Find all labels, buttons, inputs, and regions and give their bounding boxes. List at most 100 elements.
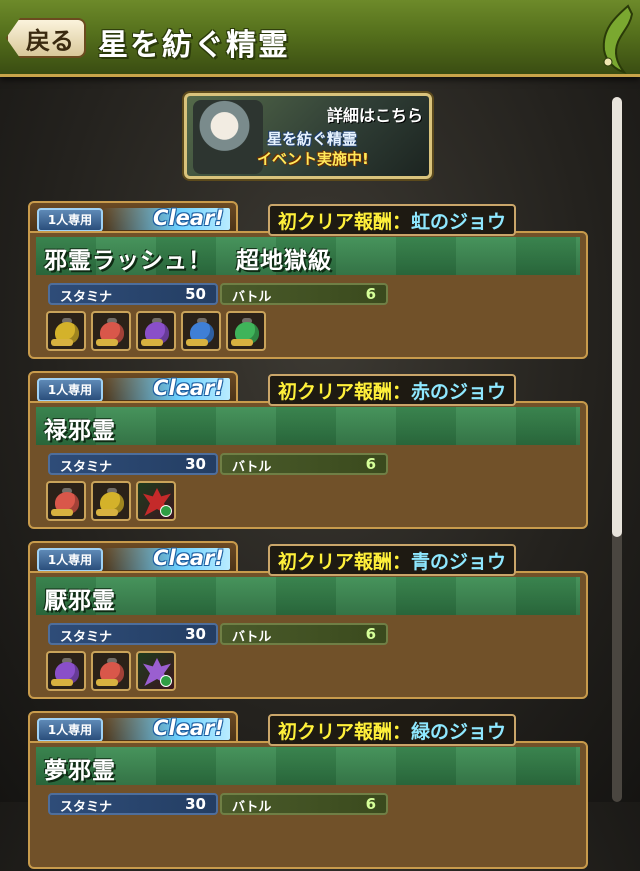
yellow-bag-icon[interactable]	[91, 481, 131, 521]
dungeon-name: 禄邪霊	[44, 418, 116, 444]
stamina-stat: スタミナ 30	[48, 793, 218, 815]
first-clear-reward: 初クリア報酬： 緑のジョウ	[268, 714, 517, 746]
coins	[96, 679, 118, 686]
dungeon-panel[interactable]: 夢邪霊 スタミナ 30 バトル 6	[28, 741, 588, 869]
clear-strip: Clear!	[102, 206, 230, 230]
clear-status: Clear!	[153, 716, 224, 740]
dungeon-card[interactable]: 1人専用 Clear! 初クリア報酬： 緑のジョウ 夢邪霊 スタミナ 30 バト…	[28, 711, 588, 871]
stamina-label: スタミナ	[60, 800, 113, 815]
back-button-label: 戻る	[26, 26, 74, 55]
battle-label: バトル	[232, 800, 272, 815]
purple-bag-icon[interactable]	[46, 651, 86, 691]
drop-list	[46, 481, 176, 521]
clear-status: Clear!	[153, 546, 224, 570]
clear-strip: Clear!	[102, 546, 230, 570]
stamina-value: 30	[185, 455, 206, 473]
dungeon-tab: 1人専用 Clear!	[28, 711, 238, 745]
coins	[51, 339, 73, 346]
first-clear-reward: 初クリア報酬： 赤のジョウ	[268, 374, 517, 406]
solo-badge: 1人専用	[37, 718, 103, 742]
purple-bag-icon[interactable]	[136, 311, 176, 351]
dungeon-name-strip: 厭邪霊	[36, 577, 580, 615]
coins	[51, 679, 73, 686]
reward-value: 青のジョウ	[411, 550, 507, 573]
red-bag-icon[interactable]	[91, 651, 131, 691]
banner-event-status: イベント実施中!	[257, 150, 369, 168]
stamina-label: スタミナ	[60, 290, 113, 305]
dungeon-name: 邪霊ラッシュ！ 超地獄級	[44, 248, 332, 274]
dungeon-panel[interactable]: 厭邪霊 スタミナ 30 バトル 6	[28, 571, 588, 699]
first-clear-reward: 初クリア報酬： 虹のジョウ	[268, 204, 517, 236]
stamina-stat: スタミナ 30	[48, 623, 218, 645]
battle-stat: バトル 6	[220, 623, 388, 645]
coins	[96, 509, 118, 516]
stamina-value: 50	[185, 285, 206, 303]
first-clear-reward: 初クリア報酬： 青のジョウ	[268, 544, 517, 576]
yellow-bag-icon[interactable]	[46, 311, 86, 351]
attribute-orb-icon	[160, 505, 172, 517]
event-banner[interactable]: 詳細はこちら 星を紡ぐ精霊 イベント実施中!	[184, 93, 432, 179]
banner-detail-link: 詳細はこちら	[326, 106, 423, 125]
battle-value: 6	[365, 625, 376, 643]
dungeon-name: 夢邪霊	[44, 758, 116, 784]
drop-list	[46, 311, 266, 351]
dungeon-panel[interactable]: 禄邪霊 スタミナ 30 バトル 6	[28, 401, 588, 529]
battle-label: バトル	[232, 290, 272, 305]
battle-stat: バトル 6	[220, 793, 388, 815]
battle-stat: バトル 6	[220, 453, 388, 475]
dungeon-name: 厭邪霊	[44, 588, 116, 614]
drop-list	[46, 651, 176, 691]
battle-label: バトル	[232, 630, 272, 645]
dungeon-panel[interactable]: 邪霊ラッシュ！ 超地獄級 スタミナ 50 バトル 6	[28, 231, 588, 359]
stamina-stat: スタミナ 50	[48, 283, 218, 305]
coins	[141, 339, 163, 346]
clear-status: Clear!	[153, 206, 224, 230]
battle-value: 6	[365, 285, 376, 303]
dungeon-card[interactable]: 1人専用 Clear! 初クリア報酬： 赤のジョウ 禄邪霊 スタミナ 30 バト…	[28, 371, 588, 531]
page-title: 星を紡ぐ精霊	[98, 28, 290, 63]
dungeon-name-strip: 禄邪霊	[36, 407, 580, 445]
clear-strip: Clear!	[102, 376, 230, 400]
coins	[96, 339, 118, 346]
stamina-label: スタミナ	[60, 630, 113, 645]
solo-badge: 1人専用	[37, 208, 103, 232]
reward-value: 虹のジョウ	[411, 210, 507, 233]
dungeon-tab: 1人専用 Clear!	[28, 371, 238, 405]
scrollbar-thumb[interactable]	[612, 97, 622, 537]
coins	[51, 509, 73, 516]
dungeon-tab: 1人専用 Clear!	[28, 201, 238, 235]
header-bar: 戻る 星を紡ぐ精霊	[0, 0, 640, 77]
dungeon-name-strip: 夢邪霊	[36, 747, 580, 785]
clear-strip: Clear!	[102, 716, 230, 740]
battle-stat: バトル 6	[220, 283, 388, 305]
coins	[231, 339, 253, 346]
solo-badge: 1人専用	[37, 378, 103, 402]
dungeon-card[interactable]: 1人専用 Clear! 初クリア報酬： 青のジョウ 厭邪霊 スタミナ 30 バト…	[28, 541, 588, 701]
reward-prefix: 初クリア報酬：	[278, 380, 412, 403]
dragon-wing-icon	[602, 4, 634, 74]
dungeon-tab: 1人専用 Clear!	[28, 541, 238, 575]
battle-value: 6	[365, 455, 376, 473]
stamina-label: スタミナ	[60, 460, 113, 475]
blue-bag-icon[interactable]	[181, 311, 221, 351]
solo-badge: 1人専用	[37, 548, 103, 572]
banner-character-image	[193, 100, 263, 174]
monster-icon[interactable]	[136, 651, 176, 691]
dungeon-card[interactable]: 1人専用 Clear! 初クリア報酬： 虹のジョウ 邪霊ラッシュ！ 超地獄級 ス…	[28, 201, 588, 361]
banner-event-name: 星を紡ぐ精霊	[267, 130, 358, 148]
back-button[interactable]: 戻る	[6, 18, 86, 58]
battle-label: バトル	[232, 460, 272, 475]
dungeon-name-strip: 邪霊ラッシュ！ 超地獄級	[36, 237, 580, 275]
clear-status: Clear!	[153, 376, 224, 400]
monster-icon[interactable]	[136, 481, 176, 521]
reward-prefix: 初クリア報酬：	[278, 720, 412, 743]
battle-value: 6	[365, 795, 376, 813]
reward-prefix: 初クリア報酬：	[278, 550, 412, 573]
stamina-value: 30	[185, 625, 206, 643]
attribute-orb-icon	[160, 675, 172, 687]
reward-value: 緑のジョウ	[411, 720, 507, 743]
red-bag-icon[interactable]	[91, 311, 131, 351]
green-bag-icon[interactable]	[226, 311, 266, 351]
red-bag-icon[interactable]	[46, 481, 86, 521]
stamina-stat: スタミナ 30	[48, 453, 218, 475]
